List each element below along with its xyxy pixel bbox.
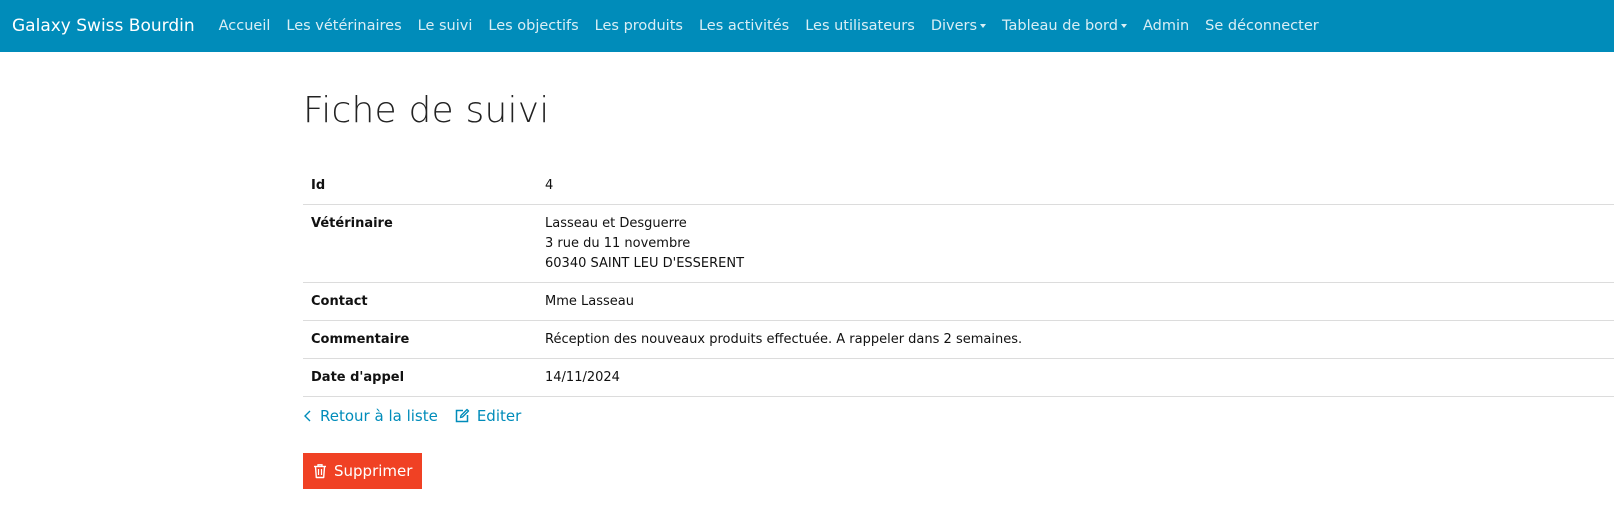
detail-table: Id 4 Vétérinaire Lasseau et Desguerre 3 … xyxy=(303,167,1614,397)
row-label-id: Id xyxy=(311,178,326,193)
table-row: Contact Mme Lasseau xyxy=(303,282,1614,321)
nav-dropdown-divers-label: Divers xyxy=(930,18,978,34)
nav-item-utilisateurs[interactable]: Les utilisateurs xyxy=(805,18,915,34)
vet-city: 60340 SAINT LEU D'ESSERENT xyxy=(545,256,745,271)
row-value-commentaire: Réception des nouveaux produits effectué… xyxy=(537,320,1614,359)
chevron-left-icon xyxy=(304,410,311,422)
row-value-id: 4 xyxy=(545,178,554,193)
caret-down-icon xyxy=(980,24,987,28)
delete-label: Supprimer xyxy=(334,462,413,480)
back-to-list-link[interactable]: Retour à la liste xyxy=(303,407,438,425)
row-value-date-appel: 14/11/2024 xyxy=(537,358,1614,397)
nav-item-objectifs[interactable]: Les objectifs xyxy=(488,18,578,34)
page-title: Fiche de suivi xyxy=(303,90,550,131)
nav-item-produits[interactable]: Les produits xyxy=(595,18,683,34)
table-row: Date d'appel 14/11/2024 xyxy=(303,358,1614,397)
nav-item-activites[interactable]: Les activités xyxy=(699,18,789,34)
row-value-contact: Mme Lasseau xyxy=(537,282,1614,321)
nav-menu: Accueil Les vétérinaires Le suivi Les ob… xyxy=(219,18,1335,34)
nav-item-veterinaires[interactable]: Les vétérinaires xyxy=(286,18,401,34)
nav-dropdown-tableau-de-bord-label: Tableau de bord xyxy=(1002,18,1118,34)
caret-down-icon xyxy=(1120,24,1127,28)
edit-label: Editer xyxy=(476,407,522,425)
nav-dropdown-divers[interactable]: Divers xyxy=(930,18,987,34)
row-value-veterinaire: Lasseau et Desguerre 3 rue du 11 novembr… xyxy=(537,204,1614,283)
nav-item-logout[interactable]: Se déconnecter xyxy=(1205,18,1319,34)
action-links: Retour à la liste Editer xyxy=(303,407,537,425)
edit-link[interactable]: Editer xyxy=(454,407,521,425)
nav-item-accueil[interactable]: Accueil xyxy=(219,18,271,34)
nav-item-suivi[interactable]: Le suivi xyxy=(418,18,473,34)
vet-street: 3 rue du 11 novembre xyxy=(545,236,691,251)
row-label-veterinaire: Vétérinaire xyxy=(303,204,537,283)
top-navbar: Galaxy Swiss Bourdin Accueil Les vétérin… xyxy=(0,0,1614,52)
edit-icon xyxy=(455,408,470,423)
table-row: Id 4 xyxy=(303,167,1614,205)
nav-dropdown-tableau-de-bord[interactable]: Tableau de bord xyxy=(1002,18,1127,34)
table-row: Vétérinaire Lasseau et Desguerre 3 rue d… xyxy=(303,204,1614,283)
back-to-list-label: Retour à la liste xyxy=(320,407,438,425)
brand-link[interactable]: Galaxy Swiss Bourdin xyxy=(12,16,195,36)
row-label-contact: Contact xyxy=(303,282,537,321)
vet-name: Lasseau et Desguerre xyxy=(545,216,687,231)
nav-item-admin[interactable]: Admin xyxy=(1143,18,1189,34)
row-label-commentaire: Commentaire xyxy=(303,320,537,359)
delete-button[interactable]: Supprimer xyxy=(303,453,423,489)
table-row: Commentaire Réception des nouveaux produ… xyxy=(303,320,1614,359)
trash-icon xyxy=(314,464,326,479)
row-label-date-appel: Date d'appel xyxy=(303,358,537,397)
